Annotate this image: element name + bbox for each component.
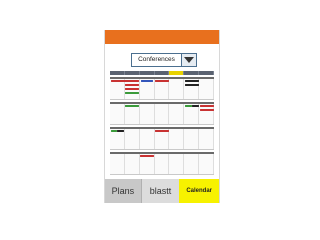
calendar-week[interactable]	[110, 127, 215, 150]
calendar-event[interactable]	[141, 80, 153, 82]
calendar-weekday-header	[110, 71, 215, 75]
calendar-event[interactable]	[111, 80, 139, 82]
dropdown-arrow-icon[interactable]	[181, 54, 196, 66]
calendar-week[interactable]	[110, 77, 215, 100]
calendar-event[interactable]	[200, 105, 214, 107]
calendar-week[interactable]	[110, 152, 215, 175]
calendar-event[interactable]	[140, 155, 154, 157]
calendar-event[interactable]	[155, 80, 169, 82]
calendar-week[interactable]	[110, 102, 215, 125]
calendar-event[interactable]	[192, 105, 199, 107]
calendar-event[interactable]	[185, 84, 199, 86]
calendar-event[interactable]	[117, 130, 124, 132]
calendar-event[interactable]	[200, 109, 214, 111]
calendar-event[interactable]	[155, 130, 169, 132]
tab-calendar[interactable]: Calendar	[179, 179, 220, 203]
calendar-event[interactable]	[185, 80, 199, 82]
calendar-event[interactable]	[125, 84, 139, 86]
app-screen: Conferences Plans blastt Calendar	[104, 30, 220, 203]
calendar-event[interactable]	[125, 88, 139, 90]
calendar-event[interactable]	[125, 105, 139, 107]
tab-plans[interactable]: Plans	[105, 179, 142, 203]
header-bar	[105, 30, 219, 44]
calendar-event[interactable]	[125, 92, 139, 94]
tab-blastt[interactable]: blastt	[141, 179, 180, 203]
bottom-tab-bar: Plans blastt Calendar	[105, 179, 220, 203]
category-selector[interactable]: Conferences	[131, 53, 197, 67]
calendar-event[interactable]	[185, 105, 192, 107]
calendar-month-view[interactable]	[110, 71, 215, 189]
category-selector-value: Conferences	[138, 56, 175, 63]
